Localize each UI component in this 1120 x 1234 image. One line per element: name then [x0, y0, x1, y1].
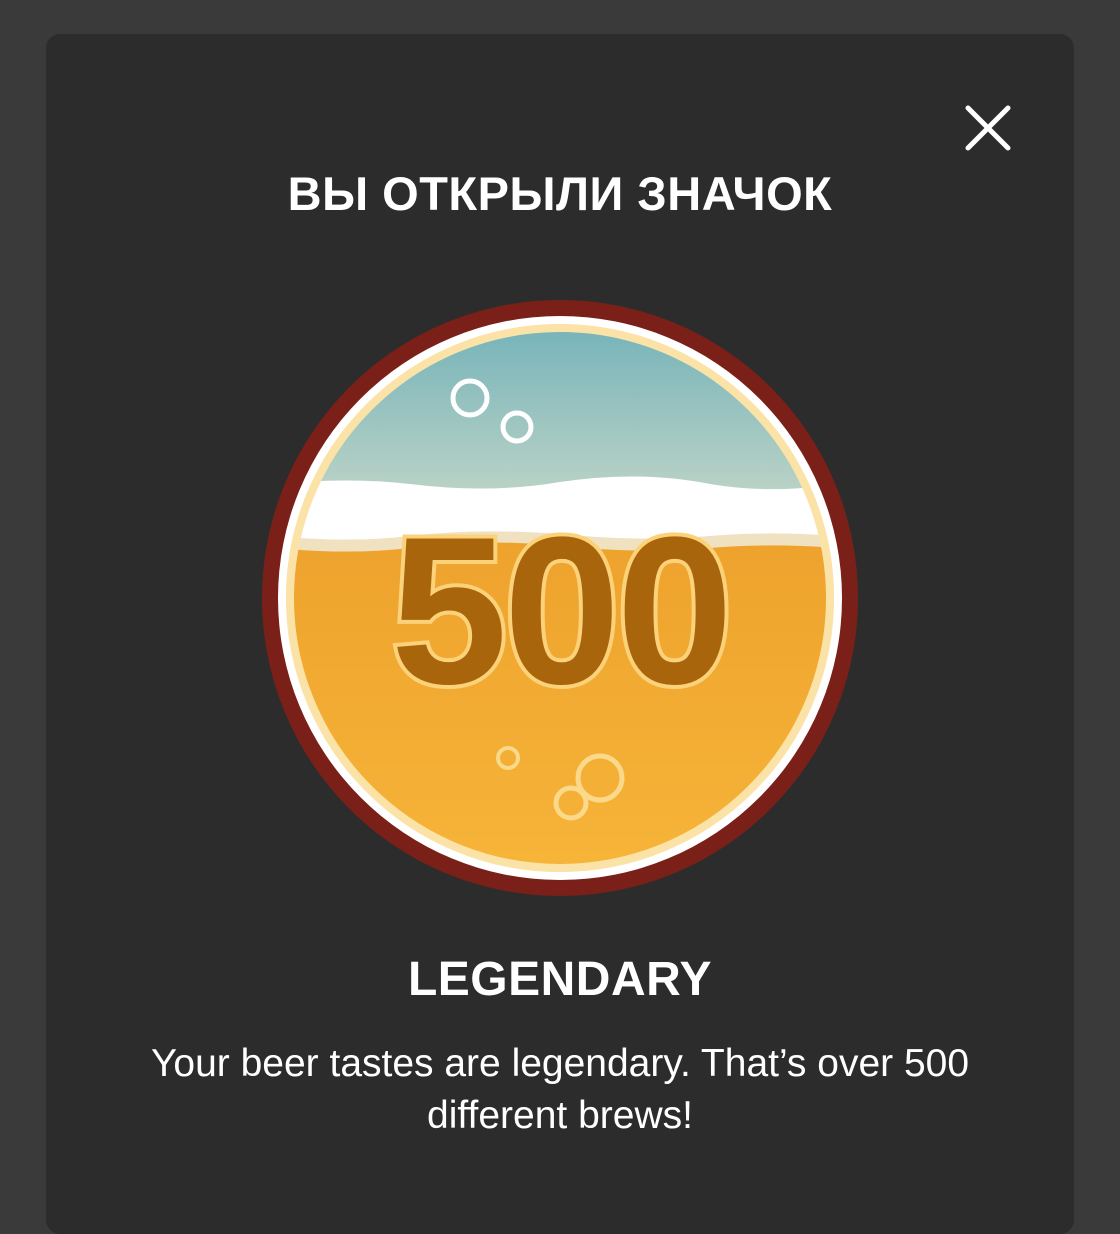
badge-number: 500: [391, 493, 729, 728]
badge-name: LEGENDARY: [407, 953, 713, 1006]
modal-title: ВЫ ОТКРЫЛИ ЗНАЧОК: [287, 167, 833, 220]
badge-description: Your beer tastes are legendary. That’s o…: [150, 1042, 970, 1137]
badge-unlocked-modal: ВЫ ОТКРЫЛИ ЗНАЧОК 500 LEGENDARY Your bee…: [46, 34, 1074, 1234]
beer-glass-badge-icon: 500: [262, 300, 858, 896]
close-icon: [965, 105, 1011, 151]
close-button[interactable]: [956, 96, 1020, 160]
